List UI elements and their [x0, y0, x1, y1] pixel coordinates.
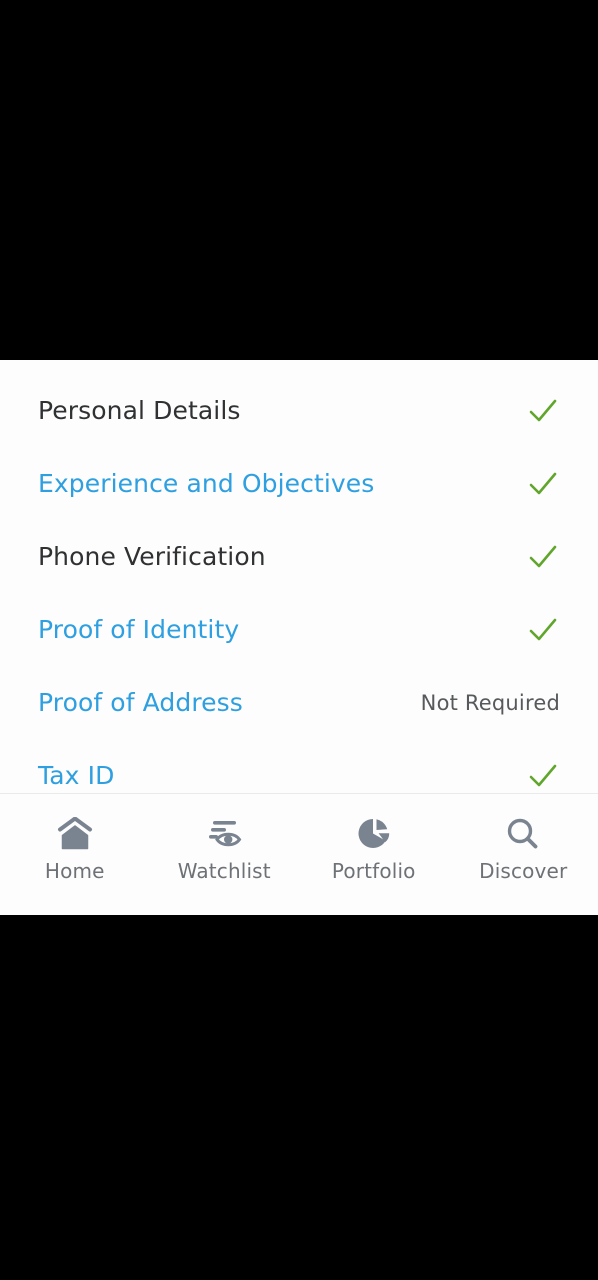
nav-item-portfolio[interactable]: Portfolio — [299, 816, 449, 881]
pie-chart-icon — [353, 816, 395, 852]
checklist-item-label: Personal Details — [38, 396, 241, 425]
search-magnifier-icon — [502, 816, 544, 852]
checklist-row-proof-of-address[interactable]: Proof of Address Not Required — [0, 666, 598, 739]
checklist-item-status — [526, 759, 560, 793]
checklist-item-status: Not Required — [421, 691, 560, 715]
letterbox-bottom — [0, 915, 598, 1280]
check-icon — [529, 618, 557, 640]
checklist-item-label: Phone Verification — [38, 542, 266, 571]
check-icon — [529, 764, 557, 786]
letterbox-top — [0, 0, 598, 360]
nav-item-label: Watchlist — [177, 859, 271, 883]
checklist-item-status — [526, 540, 560, 574]
nav-item-label: Portfolio — [331, 859, 416, 883]
checklist-row-experience-and-objectives[interactable]: Experience and Objectives — [0, 447, 598, 520]
bottom-navigation-bar: Home Watchlist Portfolio Discover — [0, 793, 598, 915]
checklist-row-personal-details[interactable]: Personal Details — [0, 374, 598, 447]
check-icon — [529, 399, 557, 421]
checklist-item-status — [526, 613, 560, 647]
checklist-item-label: Experience and Objectives — [38, 469, 375, 498]
checklist-item-label: Tax ID — [38, 761, 115, 790]
nav-item-discover[interactable]: Discover — [449, 816, 598, 881]
home-icon — [54, 816, 96, 852]
check-icon — [529, 545, 557, 567]
checklist-item-label: Proof of Address — [38, 688, 243, 717]
nav-item-label: Discover — [479, 859, 568, 883]
nav-item-label: Home — [44, 859, 105, 883]
checklist-item-status — [526, 394, 560, 428]
eye-watchlist-icon — [203, 816, 245, 852]
check-icon — [529, 472, 557, 494]
checklist-row-proof-of-identity[interactable]: Proof of Identity — [0, 593, 598, 666]
checklist-row-phone-verification[interactable]: Phone Verification — [0, 520, 598, 593]
account-checklist: Personal Details Experience and Objectiv… — [0, 360, 598, 812]
phone-frame: Personal Details Experience and Objectiv… — [0, 0, 598, 1280]
status-badge: Not Required — [420, 690, 560, 715]
nav-item-home[interactable]: Home — [0, 816, 150, 881]
checklist-item-label: Proof of Identity — [38, 615, 240, 644]
app-viewport: Personal Details Experience and Objectiv… — [0, 360, 598, 915]
nav-item-watchlist[interactable]: Watchlist — [150, 816, 300, 881]
checklist-item-status — [526, 467, 560, 501]
